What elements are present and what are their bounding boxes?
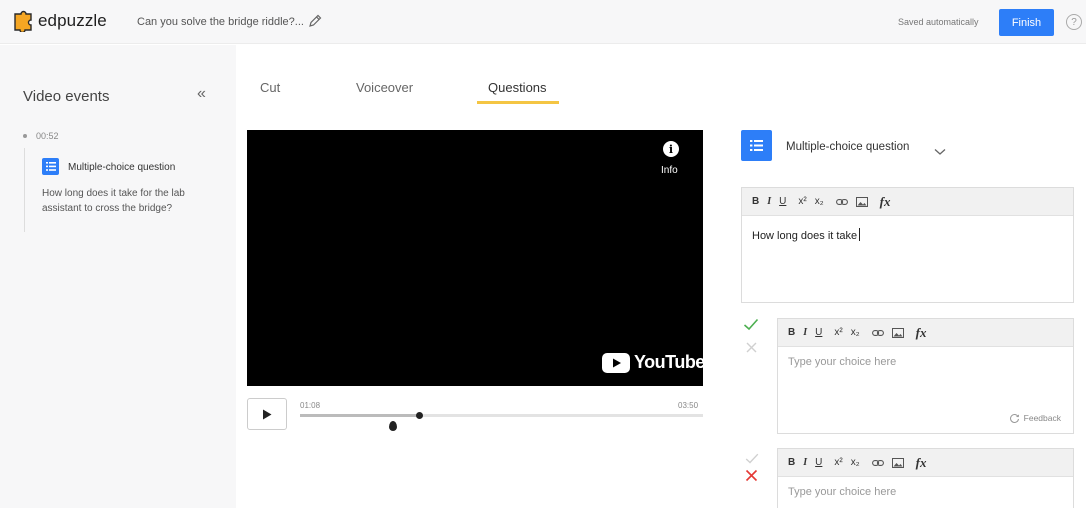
choice-1-toolbar: B I U x² x₂ fx xyxy=(778,319,1073,347)
question-editor[interactable]: B I U x² x₂ fx How long does it take xyxy=(741,187,1074,303)
active-tab-indicator xyxy=(477,101,559,104)
chevron-down-icon[interactable] xyxy=(934,143,946,161)
image-icon[interactable] xyxy=(891,457,904,468)
video-events-sidebar xyxy=(0,45,236,508)
subscript-button[interactable]: x₂ xyxy=(815,196,824,207)
youtube-wordmark: YouTube xyxy=(634,352,705,372)
superscript-button[interactable]: x² xyxy=(834,457,842,468)
info-icon[interactable]: i xyxy=(663,141,679,157)
video-player[interactable] xyxy=(247,130,703,386)
tab-voiceover[interactable]: Voiceover xyxy=(356,80,413,95)
event-time[interactable]: 00:52 xyxy=(36,131,59,141)
superscript-button[interactable]: x² xyxy=(834,327,842,338)
question-text: How long does it take xyxy=(752,230,858,242)
edit-title-pencil-icon[interactable] xyxy=(308,14,322,33)
italic-button[interactable]: I xyxy=(767,196,771,207)
bold-button[interactable]: B xyxy=(752,196,759,207)
progress-fill xyxy=(300,414,420,417)
choice-editor-1[interactable]: B I U x² x₂ fx Type your choice here Fee… xyxy=(777,318,1074,434)
image-icon[interactable] xyxy=(855,196,868,207)
choice-1-input[interactable]: Type your choice here xyxy=(778,347,1073,377)
feedback-label: Feedback xyxy=(1023,413,1061,423)
subscript-button[interactable]: x₂ xyxy=(851,457,860,468)
question-text-area[interactable]: How long does it take xyxy=(742,216,1073,254)
youtube-logo[interactable]: YouTube xyxy=(602,352,705,373)
play-button[interactable] xyxy=(247,398,287,430)
youtube-play-icon xyxy=(602,352,630,373)
feedback-icon xyxy=(1009,414,1019,423)
finish-button[interactable]: Finish xyxy=(999,9,1054,36)
bold-button[interactable]: B xyxy=(788,327,795,338)
current-time: 01:08 xyxy=(300,401,321,410)
correct-check-icon[interactable] xyxy=(743,318,759,336)
link-icon[interactable] xyxy=(835,198,848,205)
italic-button[interactable]: I xyxy=(803,327,807,338)
incorrect-x-icon-inactive[interactable] xyxy=(746,340,757,358)
tab-questions[interactable]: Questions xyxy=(488,80,547,95)
brand-name: edpuzzle xyxy=(38,11,107,30)
italic-button[interactable]: I xyxy=(803,457,807,468)
link-icon[interactable] xyxy=(871,459,884,466)
collapse-sidebar-icon[interactable]: « xyxy=(197,85,206,103)
sidebar-title: Video events xyxy=(23,88,110,105)
incorrect-x-icon[interactable] xyxy=(745,469,758,487)
image-icon[interactable] xyxy=(891,327,904,338)
save-status: Saved automatically xyxy=(898,17,979,27)
play-icon xyxy=(263,409,272,419)
superscript-button[interactable]: x² xyxy=(798,196,806,207)
help-icon[interactable]: ? xyxy=(1066,14,1082,30)
choice-editor-2[interactable]: B I U x² x₂ fx Type your choice here xyxy=(777,448,1074,508)
formula-button[interactable]: fx xyxy=(880,194,891,210)
text-caret xyxy=(859,228,861,241)
correct-check-icon-inactive[interactable] xyxy=(745,451,759,469)
timeline-dot xyxy=(23,134,27,138)
tab-cut[interactable]: Cut xyxy=(260,80,280,95)
timeline-line xyxy=(24,148,25,232)
underline-button[interactable]: U xyxy=(815,457,822,468)
event-type-label[interactable]: Multiple-choice question xyxy=(68,162,175,173)
question-toolbar: B I U x² x₂ fx xyxy=(742,188,1073,216)
underline-button[interactable]: U xyxy=(815,327,822,338)
question-type-icon xyxy=(741,130,772,161)
formula-button[interactable]: fx xyxy=(916,455,927,471)
link-icon[interactable] xyxy=(871,329,884,336)
total-time: 03:50 xyxy=(678,401,699,410)
scrubber-handle[interactable] xyxy=(416,412,423,419)
subscript-button[interactable]: x₂ xyxy=(851,327,860,338)
underline-button[interactable]: U xyxy=(779,196,786,207)
info-label[interactable]: Info xyxy=(661,165,678,176)
top-bar: edpuzzle Can you solve the bridge riddle… xyxy=(0,0,1086,44)
event-question-text: How long does it take for the lab assist… xyxy=(42,188,185,214)
video-title[interactable]: Can you solve the bridge riddle?... xyxy=(137,16,304,28)
puzzle-logo-icon xyxy=(14,10,32,32)
multiple-choice-icon xyxy=(42,158,59,175)
edpuzzle-logo[interactable]: edpuzzle xyxy=(12,10,107,32)
question-type-label[interactable]: Multiple-choice question xyxy=(786,141,909,153)
progress-track[interactable] xyxy=(300,414,703,417)
bold-button[interactable]: B xyxy=(788,457,795,468)
question-marker[interactable] xyxy=(389,421,397,431)
formula-button[interactable]: fx xyxy=(916,325,927,341)
choice-2-input[interactable]: Type your choice here xyxy=(778,477,1073,507)
choice-2-toolbar: B I U x² x₂ fx xyxy=(778,449,1073,477)
feedback-button[interactable]: Feedback xyxy=(1009,413,1061,423)
